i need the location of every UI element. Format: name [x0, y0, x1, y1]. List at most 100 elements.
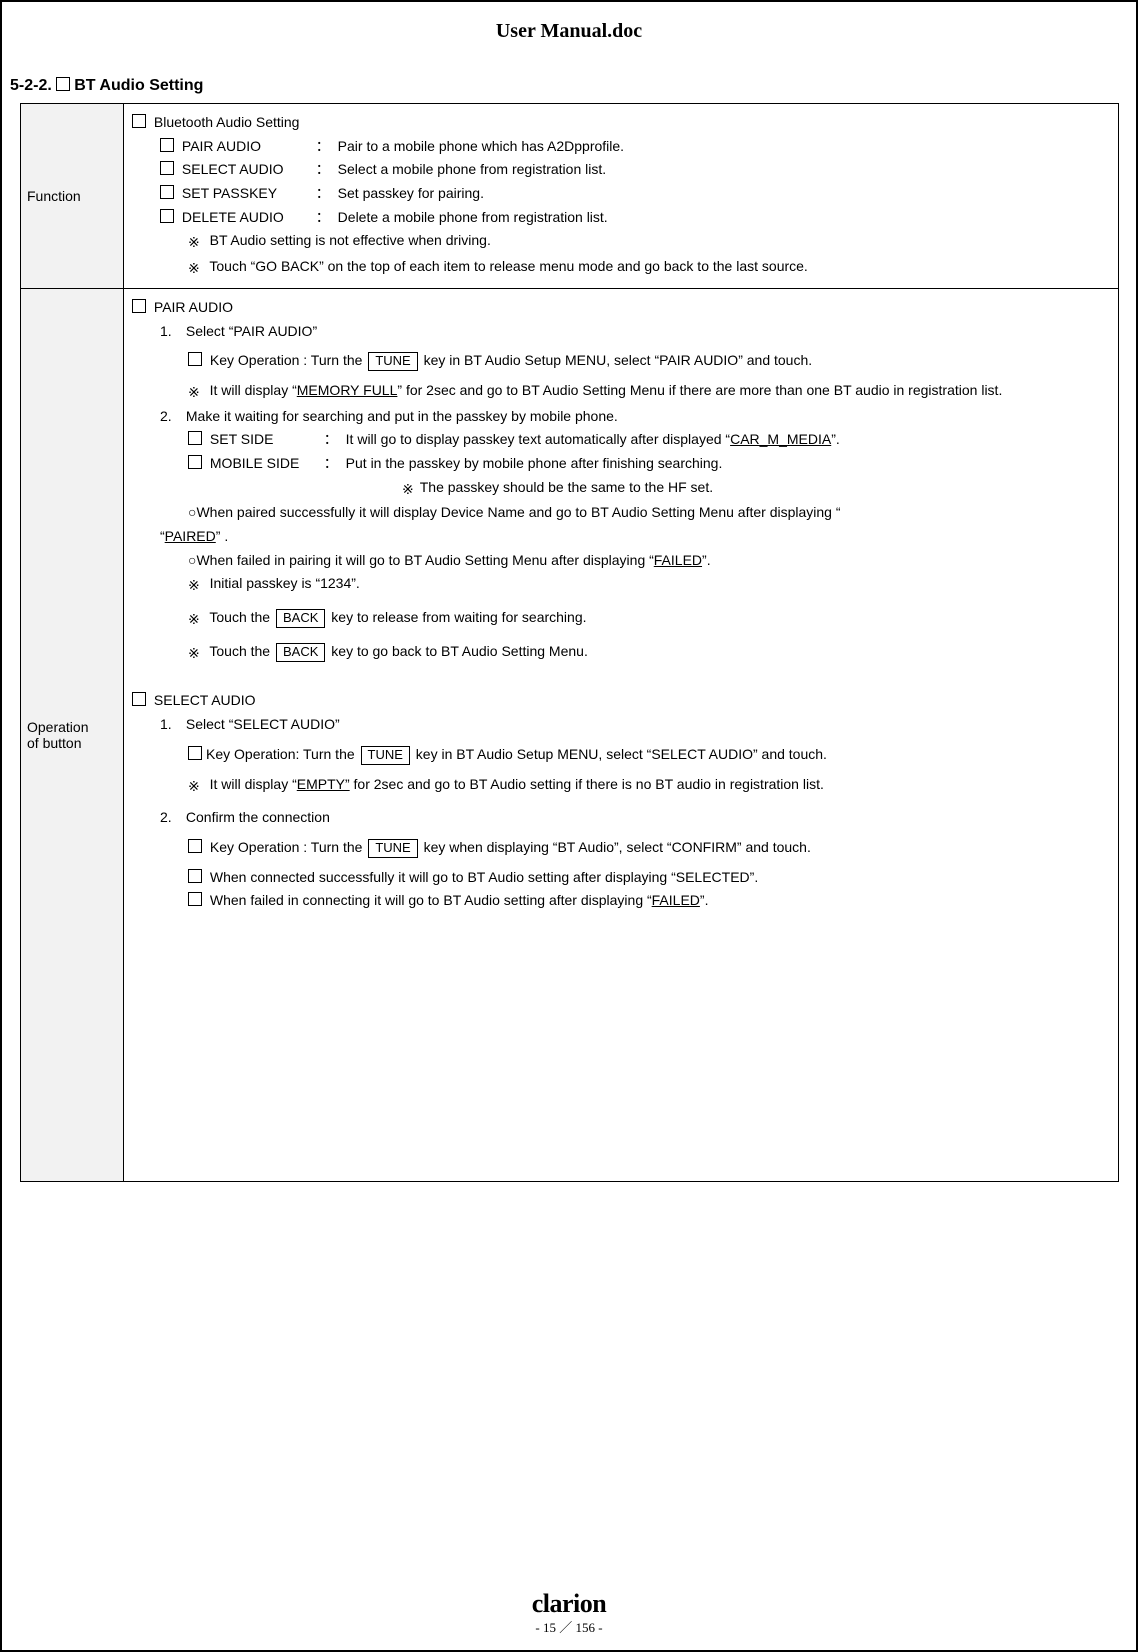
operation-label-2: of button: [27, 735, 117, 751]
function-label: Function: [27, 188, 81, 204]
document-title: User Manual.doc: [20, 20, 1118, 43]
note-line: ※ It will display “EMPTY” for 2sec and g…: [132, 774, 1110, 798]
checkbox-icon: [188, 746, 202, 760]
select-success-text: When connected successfully it will go t…: [210, 869, 758, 885]
checkbox-icon: [132, 114, 146, 128]
checkbox-icon: [132, 692, 146, 706]
note-line: ※ It will display “MEMORY FULL” for 2sec…: [132, 380, 1110, 404]
colon-glyph: ：: [324, 429, 342, 451]
tune-keycap: TUNE: [361, 746, 410, 765]
section-number: 5-2-2.: [10, 77, 56, 94]
keyop-post: key in BT Audio Setup MENU, select “SELE…: [412, 746, 827, 762]
menu-name: PAIR AUDIO: [182, 136, 312, 158]
keyop-pre: Key Operation : Turn the: [210, 839, 366, 855]
step-number: 1.: [160, 321, 182, 343]
keyop-post: key when displaying “BT Audio”, select “…: [420, 839, 811, 855]
select-audio-heading: SELECT AUDIO: [154, 692, 256, 708]
paired-success-line2: “PAIRED” .: [132, 526, 1110, 548]
menu-name: DELETE AUDIO: [182, 207, 312, 229]
step-line: 2. Make it waiting for searching and put…: [132, 406, 1110, 428]
mobile-side-line: MOBILE SIDE ： Put in the passkey by mobi…: [132, 453, 1110, 475]
paired-fail-line: ○When failed in pairing it will go to BT…: [132, 550, 1110, 572]
colon-glyph: ：: [324, 453, 342, 475]
mobile-side-note-line: ※The passkey should be the same to the H…: [132, 477, 1110, 501]
checkbox-icon: [160, 209, 174, 223]
step-number: 2.: [160, 807, 182, 829]
checkbox-icon: [188, 352, 202, 366]
underlined-text: FAILED: [652, 892, 700, 908]
checkbox-icon: [188, 455, 202, 469]
tune-keycap: TUNE: [368, 839, 417, 858]
note-pre: It will display “: [210, 776, 297, 792]
reference-mark-icon: ※: [188, 232, 200, 254]
function-item: PAIR AUDIO ： Pair to a mobile phone whic…: [132, 136, 1110, 158]
back-note-line: ※ Touch the BACK key to release from wai…: [132, 607, 1110, 631]
note-post: ” for 2sec and go to BT Audio Setting Me…: [397, 382, 1002, 398]
select-audio-heading-line: SELECT AUDIO: [132, 690, 1110, 712]
step-line: 1. Select “PAIR AUDIO”: [132, 321, 1110, 343]
mobile-side-note: The passkey should be the same to the HF…: [420, 479, 713, 495]
operation-content-cell: PAIR AUDIO 1. Select “PAIR AUDIO” Key Op…: [124, 288, 1119, 1181]
checkbox-icon: [160, 161, 174, 175]
function-content-cell: Bluetooth Audio Setting PAIR AUDIO ： Pai…: [124, 104, 1119, 289]
reference-mark-icon: ※: [188, 643, 200, 665]
mobile-side-desc: Put in the passkey by mobile phone after…: [346, 455, 723, 471]
colon-glyph: ：: [316, 136, 334, 158]
menu-desc: Delete a mobile phone from registration …: [338, 207, 608, 229]
underlined-text: MEMORY FULL: [297, 382, 398, 398]
brand-logo: clarion: [2, 1589, 1136, 1619]
pair-audio-heading: PAIR AUDIO: [154, 299, 233, 315]
function-note: ※ BT Audio setting is not effective when…: [132, 230, 1110, 254]
paired-success-line: ○When paired successfully it will displa…: [132, 502, 1110, 524]
menu-desc: Set passkey for pairing.: [338, 183, 484, 205]
colon-glyph: ：: [316, 159, 334, 181]
checkbox-icon: [188, 839, 202, 853]
set-side-desc-post: ”.: [831, 431, 840, 447]
menu-desc: Select a mobile phone from registration …: [338, 159, 606, 181]
function-label-cell: Function: [21, 104, 124, 289]
menu-name: SET PASSKEY: [182, 183, 312, 205]
keyop-post: key in BT Audio Setup MENU, select “PAIR…: [420, 352, 812, 368]
initial-passkey-line: ※ Initial passkey is “1234”.: [132, 573, 1110, 597]
step-number: 2.: [160, 406, 182, 428]
fail-post: ”.: [702, 552, 711, 568]
initial-passkey-text: Initial passkey is “1234”.: [210, 575, 360, 591]
spec-table: Function Bluetooth Audio Setting PAIR AU…: [20, 103, 1119, 1182]
operation-label-1: Operation: [27, 719, 117, 735]
menu-name: SELECT AUDIO: [182, 159, 312, 181]
step-text: Select “SELECT AUDIO”: [186, 716, 340, 732]
step-line: 1. Select “SELECT AUDIO”: [132, 714, 1110, 736]
step-line: 2. Confirm the connection: [132, 807, 1110, 829]
checkbox-icon: [160, 185, 174, 199]
function-item: SELECT AUDIO ： Select a mobile phone fro…: [132, 159, 1110, 181]
underlined-text: EMPTY”: [297, 776, 350, 792]
keyop-pre: Key Operation : Turn the: [210, 352, 366, 368]
note-pre: It will display “: [210, 382, 297, 398]
page-number: - 15 ／ 156 -: [2, 1617, 1136, 1636]
reference-mark-icon: ※: [188, 258, 200, 280]
checkbox-icon: [188, 431, 202, 445]
section-title: BT Audio Setting: [74, 77, 203, 94]
note-text: BT Audio setting is not effective when d…: [210, 232, 491, 248]
key-operation-line: Key Operation : Turn the TUNE key when d…: [132, 837, 1110, 859]
step-number: 1.: [160, 714, 182, 736]
fail-pre: ○When failed in pairing it will go to BT…: [188, 552, 654, 568]
note-text: Touch “GO BACK” on the top of each item …: [209, 258, 807, 274]
back2-post: key to go back to BT Audio Setting Menu.: [327, 643, 587, 659]
checkbox-icon: [132, 299, 146, 313]
table-row: Operation of button PAIR AUDIO 1. Select…: [21, 288, 1119, 1181]
colon-glyph: ：: [316, 183, 334, 205]
select-fail-line: When failed in connecting it will go to …: [132, 890, 1110, 912]
reference-mark-icon: ※: [188, 382, 200, 404]
back1-post: key to release from waiting for searchin…: [327, 609, 586, 625]
colon-glyph: ：: [316, 207, 334, 229]
section-heading: 5-2-2. BT Audio Setting: [10, 77, 1118, 95]
key-operation-line: Key Operation : Turn the TUNE key in BT …: [132, 350, 1110, 372]
underlined-text: FAILED: [654, 552, 702, 568]
table-row: Function Bluetooth Audio Setting PAIR AU…: [21, 104, 1119, 289]
checkbox-icon: [188, 892, 202, 906]
back-keycap: BACK: [276, 609, 325, 628]
set-side-desc-pre: It will go to display passkey text autom…: [346, 431, 730, 447]
fail-pre: When failed in connecting it will go to …: [210, 892, 652, 908]
function-item: SET PASSKEY ： Set passkey for pairing.: [132, 183, 1110, 205]
